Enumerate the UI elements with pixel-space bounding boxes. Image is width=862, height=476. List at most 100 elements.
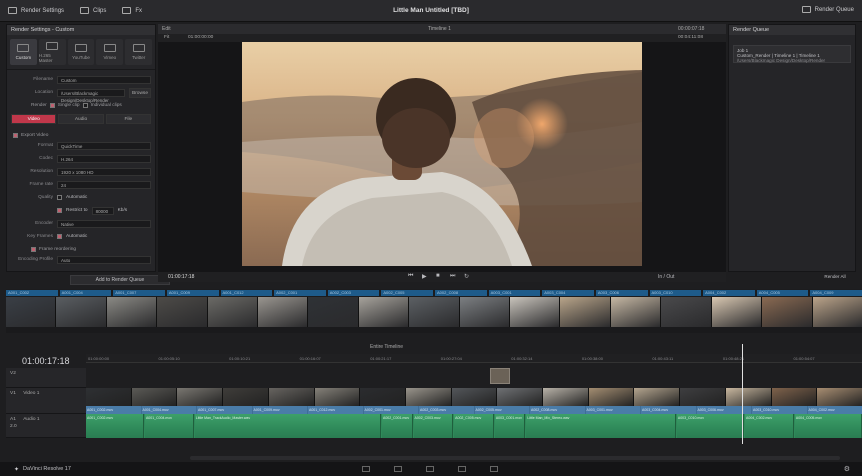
clip-thumbnail[interactable] <box>560 297 610 327</box>
clip-tag[interactable]: A002_C003 <box>327 290 380 296</box>
clip-thumbnail[interactable] <box>812 297 862 327</box>
audio-clip[interactable]: A004_C002.mov <box>745 414 794 438</box>
keyframes-radio[interactable] <box>57 234 62 239</box>
render-all-button[interactable]: Render All <box>814 273 856 281</box>
clip-thumbnail[interactable] <box>258 297 308 327</box>
video-clip[interactable] <box>360 388 405 406</box>
audio-clip[interactable]: A003_C001.mov <box>494 414 526 438</box>
skip-back-icon[interactable]: ⏮ <box>408 273 413 280</box>
clip-tag[interactable]: A004_C009 <box>810 290 862 296</box>
audio-clip[interactable]: A003_C010.mov <box>676 414 745 438</box>
add-to-render-queue-button[interactable]: Add to Render Queue <box>70 275 170 285</box>
video-clip[interactable] <box>131 388 177 406</box>
video-clip[interactable] <box>405 388 451 406</box>
play-icon[interactable]: ▶ <box>422 273 427 280</box>
media-page-icon[interactable] <box>362 466 370 472</box>
viewer-tab[interactable]: Edit <box>162 26 171 32</box>
clip-tag[interactable]: A001_C002 <box>6 290 58 296</box>
clip-thumbnail[interactable] <box>106 297 157 327</box>
video-clip[interactable] <box>451 388 497 406</box>
preset-twitter[interactable]: Twitter <box>125 39 152 65</box>
bitrate-field[interactable]: 80000 <box>91 206 114 215</box>
render-job[interactable]: Job 1 Custom_Render | Timeline 1 | Timel… <box>733 45 851 63</box>
tab-file[interactable]: File <box>105 114 151 124</box>
clip-thumbnail[interactable] <box>157 297 207 327</box>
timeline-scrollbar[interactable] <box>190 456 840 460</box>
export-video-checkbox[interactable] <box>13 132 18 138</box>
video-clip[interactable] <box>223 388 268 406</box>
video-clip[interactable] <box>680 388 725 406</box>
preset-h265[interactable]: H.265 Master <box>38 39 66 65</box>
clip-tag[interactable]: A002_C005 <box>381 290 433 296</box>
quality-automatic-radio[interactable] <box>57 195 62 200</box>
cut-page-icon[interactable] <box>394 466 402 472</box>
frame-reordering-checkbox[interactable] <box>31 246 36 252</box>
resolution-select[interactable]: 1920 x 1080 HD <box>57 167 151 176</box>
color-page-icon[interactable] <box>458 466 466 472</box>
clip-thumbnail[interactable] <box>6 297 56 327</box>
encoder-select[interactable]: Native <box>57 219 151 228</box>
clip-tag[interactable]: A003_C006 <box>595 290 648 296</box>
audio-clip[interactable]: A001_C002.mov <box>86 414 144 438</box>
preset-custom[interactable]: Custom <box>10 39 37 65</box>
clip-tag[interactable]: A002_C001 <box>274 290 326 296</box>
restrict-radio[interactable] <box>57 208 62 213</box>
video-clip[interactable] <box>817 388 862 406</box>
codec-select[interactable]: H.264 <box>57 154 151 163</box>
audio-clip[interactable]: A002_C001.mov <box>382 414 413 438</box>
render-settings-toggle[interactable]: Render Settings <box>0 0 72 22</box>
settings-gear-icon[interactable]: ⚙ <box>844 465 850 473</box>
clip-tag[interactable]: A001_C009 <box>166 290 219 296</box>
clip-thumbnail[interactable] <box>711 297 762 327</box>
preset-youtube[interactable]: YouTube <box>67 39 95 65</box>
video-clip[interactable] <box>268 388 314 406</box>
video-clip[interactable] <box>314 388 360 406</box>
single-clip-radio[interactable] <box>49 102 55 108</box>
viewer[interactable] <box>158 42 726 272</box>
clip-tag[interactable]: A003_C010 <box>649 290 702 296</box>
clip-thumbnail[interactable] <box>610 297 661 327</box>
audio-clip[interactable]: A002_C003.mov <box>413 414 454 438</box>
clip-thumbnail[interactable] <box>207 297 258 327</box>
video-clip[interactable] <box>177 388 223 406</box>
clip-thumbnail[interactable] <box>409 297 459 327</box>
render-range-select[interactable]: Entire Timeline <box>370 344 403 350</box>
edit-page-icon[interactable] <box>426 466 434 472</box>
skip-forward-icon[interactable]: ⏭ <box>450 273 455 280</box>
tab-audio[interactable]: Audio <box>58 114 104 124</box>
audio-clip[interactable]: A001_C004.mov <box>144 414 194 438</box>
audio-clip[interactable]: A004_C005.mov <box>794 414 862 438</box>
individual-clips-radio[interactable] <box>82 102 88 108</box>
fx-toggle[interactable]: Fx <box>114 0 150 22</box>
filename-field[interactable]: Custom <box>57 75 151 84</box>
location-field[interactable]: /Users/Blackmagic Design/Desktop/Render <box>57 88 125 103</box>
playhead[interactable] <box>742 344 743 444</box>
clip-tag[interactable]: A001_C004 <box>59 290 112 296</box>
clip-thumbnail[interactable] <box>762 297 812 327</box>
preset-vimeo[interactable]: Vimeo <box>96 39 124 65</box>
clip-tag[interactable]: A003_C001 <box>488 290 541 296</box>
loop-icon[interactable]: ↻ <box>464 273 469 280</box>
clip-tag[interactable]: A004_C005 <box>756 290 809 296</box>
timeline-ruler[interactable]: 01:00:00:00 01:00:05:10 01:00:10:21 01:00:1… <box>86 354 862 363</box>
deliver-page-icon[interactable] <box>490 466 498 472</box>
stop-icon[interactable]: ■ <box>436 273 440 279</box>
clip-thumbnail[interactable] <box>56 297 106 327</box>
encoding-profile-select[interactable]: Auto <box>57 255 151 264</box>
audio-clip[interactable]: Little Man_Mix_Stereo.wav <box>526 414 676 438</box>
clip-thumbnail[interactable] <box>661 297 711 327</box>
video-clip[interactable] <box>634 388 680 406</box>
clip-tag[interactable]: A001_C012 <box>220 290 273 296</box>
clip-tag[interactable]: A003_C004 <box>542 290 594 296</box>
clip-tag[interactable]: A002_C008 <box>435 290 487 296</box>
timeline-name[interactable]: Timeline 1 <box>428 26 451 32</box>
zoom-select[interactable]: Fit <box>164 35 169 40</box>
tab-video[interactable]: Video <box>11 114 57 124</box>
audio-clip[interactable]: Little Man_TrackAudio_Master.wav <box>194 414 382 438</box>
clip-tag[interactable]: A001_C007 <box>113 290 165 296</box>
clip-thumbnail[interactable] <box>358 297 409 327</box>
video-clip[interactable] <box>725 388 771 406</box>
clip-thumbnail[interactable] <box>510 297 560 327</box>
clip-thumbnail[interactable] <box>308 297 358 327</box>
framerate-select[interactable]: 24 <box>57 180 151 189</box>
